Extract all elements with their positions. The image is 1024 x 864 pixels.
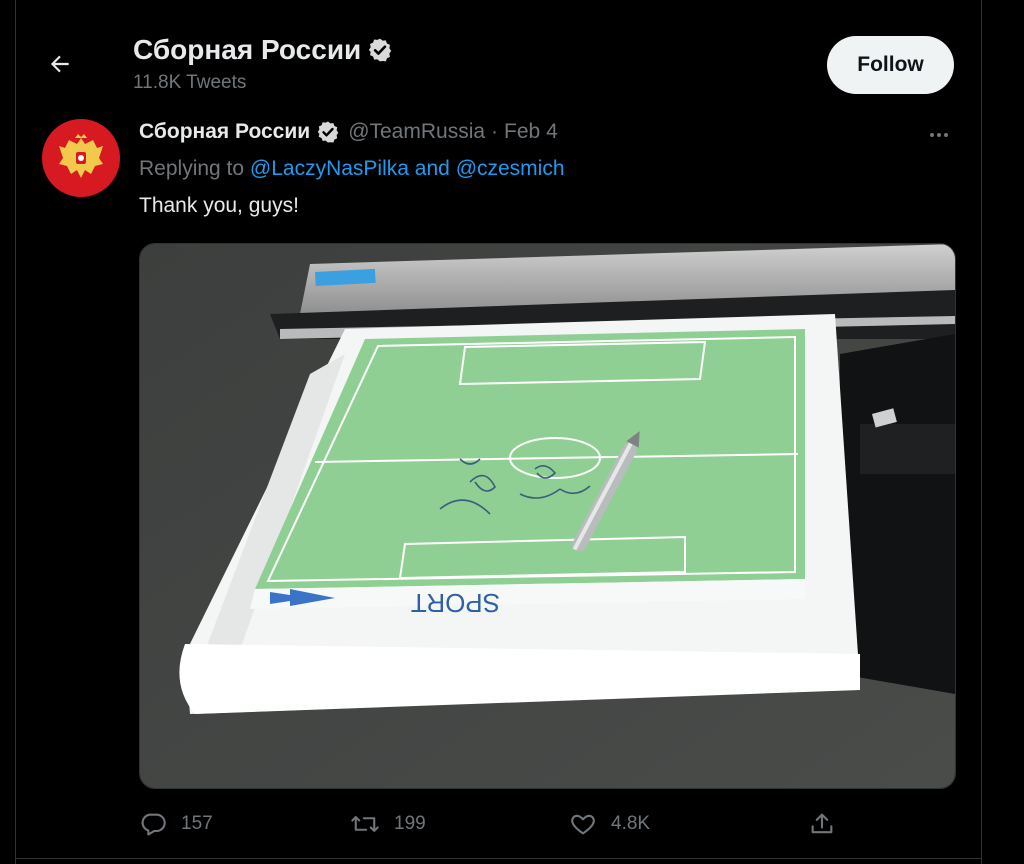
avatar[interactable] [42,119,120,197]
divider [16,858,981,859]
like-button[interactable]: 4.8K [569,806,650,842]
tweet-display-name[interactable]: Сборная России [139,120,310,144]
share-icon [811,813,833,834]
verified-badge-icon [316,120,340,144]
verified-badge-icon [367,37,393,63]
heart-icon [571,814,595,835]
reply-mention-1[interactable]: @LaczyNasPilka [250,157,409,180]
coat-of-arms-icon [59,134,103,178]
more-dots-icon [930,133,934,137]
retweet-count: 199 [394,813,426,834]
tweet-handle[interactable]: @TeamRussia [348,120,485,144]
reply-joiner: and [414,157,450,180]
follow-button[interactable]: Follow [827,36,954,94]
tactics-board-photo: SPORT [140,244,955,788]
arrow-left-icon [50,55,69,73]
separator-dot: · [491,120,499,143]
reply-count: 157 [181,813,213,834]
replying-to-line: Replying to @LaczyNasPilka and @czesmich [139,157,565,181]
header-title: Сборная России [133,34,393,66]
reply-mention-2[interactable]: @czesmich [456,157,565,180]
retweet-icon [351,816,379,832]
like-count: 4.8K [611,813,651,834]
share-button[interactable] [808,806,836,842]
media-brand-text: SPORT [411,588,500,618]
back-button[interactable] [40,44,80,84]
replying-prefix: Replying to [139,157,245,180]
retweet-button[interactable]: 199 [350,806,426,842]
tweet-action-bar: 157 199 4.8K [139,806,954,842]
tweet-author-line: Сборная России @TeamRussia · Feb 4 [139,120,558,144]
reply-icon [141,813,166,836]
timeline-column: Сборная России 11.8K Tweets Follow Сборн… [15,0,982,864]
tweet-date[interactable]: Feb 4 [504,120,558,144]
tweet-text: Thank you, guys! [139,194,299,217]
more-options-button[interactable] [919,122,959,148]
tweet-media-photo[interactable]: SPORT [139,243,956,789]
reply-button[interactable]: 157 [139,806,213,842]
header-display-name: Сборная России [133,34,362,65]
profile-header: Сборная России 11.8K Tweets Follow [16,0,981,106]
tweet-count: 11.8K Tweets [133,72,247,93]
